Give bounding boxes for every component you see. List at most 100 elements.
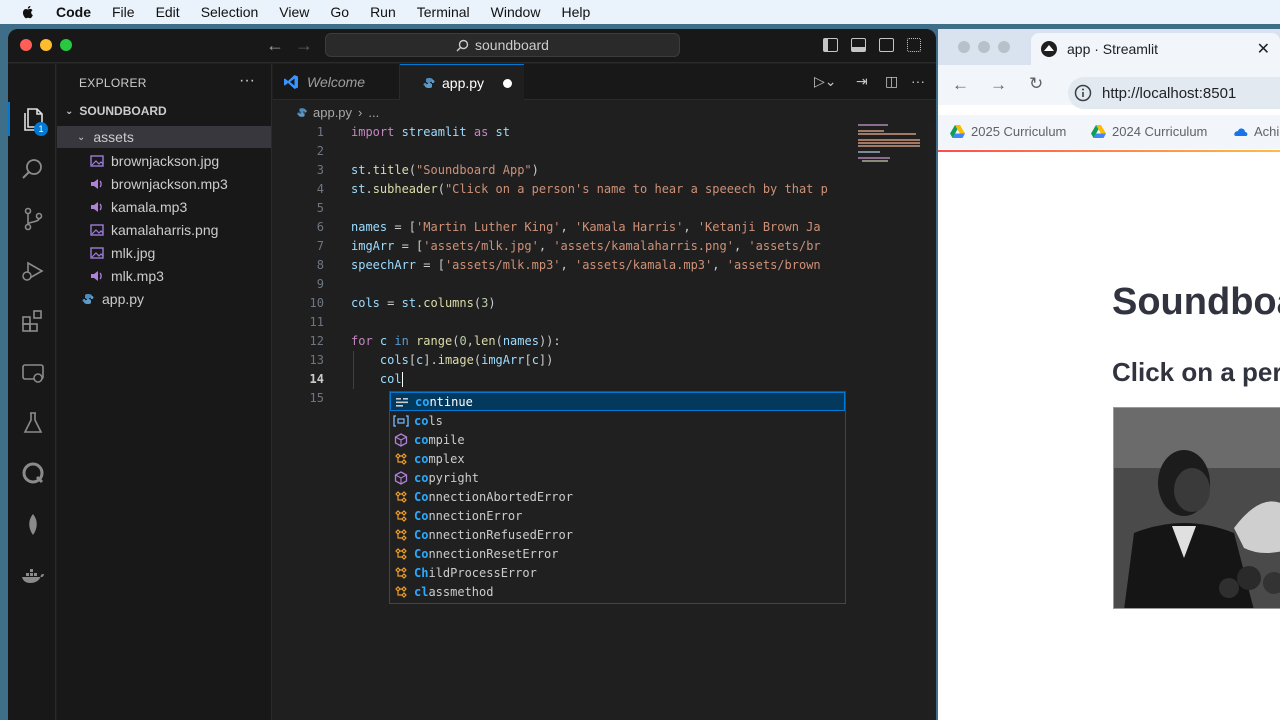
code-line: speechArr = ['assets/mlk.mp3', 'assets/k… — [351, 258, 821, 272]
suggestion-item[interactable]: ConnectionAbortedError — [390, 487, 845, 506]
menu-file[interactable]: File — [112, 4, 135, 20]
code-line: for c in range(0,len(names)): — [351, 334, 561, 348]
suggestion-item[interactable]: ConnectionRefusedError — [390, 525, 845, 544]
address-bar[interactable]: http://localhost:8501 — [1068, 77, 1280, 109]
customize-layout-icon[interactable] — [907, 38, 921, 52]
run-python-icon[interactable]: ▷⌄ — [814, 73, 837, 90]
menu-code[interactable]: Code — [56, 4, 91, 20]
run-debug-icon[interactable] — [20, 258, 46, 284]
browser-window: app · Streamlit ✕ ← → ↻ http://localhost… — [938, 29, 1280, 720]
breadcrumb-file[interactable]: app.py — [313, 105, 352, 120]
bookmark-achi[interactable]: Achi — [1232, 124, 1279, 139]
suggestion-item[interactable]: cols — [390, 411, 845, 430]
more-actions-icon[interactable]: ··· — [239, 72, 255, 90]
open-changes-icon[interactable]: ⇥ — [856, 73, 868, 90]
source-control-icon[interactable] — [20, 206, 46, 232]
command-center-search[interactable]: soundboard — [325, 33, 680, 57]
menu-go[interactable]: Go — [330, 4, 349, 20]
minimize-window-button[interactable] — [40, 39, 52, 51]
unsaved-dot-icon[interactable] — [503, 79, 512, 88]
suggestion-item[interactable]: classmethod — [390, 582, 845, 601]
toggle-panel-icon[interactable] — [851, 38, 866, 52]
toggle-sidebar-icon[interactable] — [823, 38, 838, 52]
testing-icon[interactable] — [20, 410, 46, 436]
project-folder-header[interactable]: ⌄ SOUNDBOARD — [65, 104, 167, 118]
forward-arrow-icon[interactable]: → — [990, 75, 1007, 95]
line-number: 9 — [316, 277, 324, 291]
search-icon[interactable] — [20, 156, 46, 182]
back-arrow-icon[interactable]: ← — [266, 35, 284, 56]
site-info-icon[interactable] — [1074, 84, 1092, 102]
browser-tab-title: app · Streamlit — [1067, 41, 1159, 57]
extensions-icon[interactable] — [20, 308, 46, 334]
suggestion-item[interactable]: ConnectionError — [390, 506, 845, 525]
forward-arrow-icon[interactable]: → — [295, 35, 313, 56]
menu-selection[interactable]: Selection — [201, 4, 259, 20]
suggestion-label: cols — [414, 413, 443, 428]
suggestion-label: classmethod — [414, 584, 494, 599]
browser-tab[interactable]: app · Streamlit ✕ — [1031, 33, 1280, 65]
docker-icon[interactable] — [20, 564, 46, 590]
class-icon — [393, 547, 409, 561]
explorer-sidebar: EXPLORER ··· ⌄ SOUNDBOARD ⌄ assets brown… — [57, 64, 272, 720]
github-copilot-icon[interactable] — [20, 460, 46, 486]
close-window-button[interactable] — [958, 41, 970, 53]
mongodb-leaf-icon[interactable] — [20, 512, 46, 538]
remote-explorer-icon[interactable] — [20, 360, 46, 386]
suggestion-item[interactable]: ChildProcessError — [390, 563, 845, 582]
menu-window[interactable]: Window — [491, 4, 541, 20]
file-kamala-mp3[interactable]: kamala.mp3 — [57, 196, 271, 218]
bookmark-2024-curriculum[interactable]: 2024 Curriculum — [1091, 124, 1207, 139]
close-tab-icon[interactable]: ✕ — [1257, 39, 1270, 59]
explorer-title: EXPLORER — [79, 76, 147, 90]
close-window-button[interactable] — [20, 39, 32, 51]
file-brownjackson-jpg[interactable]: brownjackson.jpg — [57, 150, 271, 172]
activity-bar: 1 — [8, 64, 56, 720]
file-app-py[interactable]: app.py — [57, 288, 271, 310]
suggestion-item[interactable]: compile — [390, 430, 845, 449]
suggestion-item[interactable]: continue — [390, 392, 845, 411]
code-line: cols[c].image(imgArr[c]) — [379, 353, 554, 367]
minimap[interactable] — [858, 123, 928, 163]
suggestion-item[interactable]: copyright — [390, 468, 845, 487]
line-number: 12 — [309, 334, 324, 348]
zoom-window-button[interactable] — [60, 39, 72, 51]
bookmark-label: 2025 Curriculum — [971, 124, 1067, 139]
reload-icon[interactable]: ↻ — [1029, 74, 1043, 94]
file-kamalaharris-png[interactable]: kamalaharris.png — [57, 219, 271, 241]
line-number: 10 — [309, 296, 324, 310]
google-drive-icon — [950, 125, 965, 138]
tab-app-py[interactable]: app.py — [400, 64, 524, 100]
code-line: import streamlit as st — [351, 125, 510, 139]
code-line-current: col — [379, 372, 403, 387]
zoom-window-button[interactable] — [998, 41, 1010, 53]
back-arrow-icon[interactable]: ← — [952, 75, 969, 95]
code-line: imgArr = ['assets/mlk.jpg', 'assets/kama… — [351, 239, 821, 253]
menu-edit[interactable]: Edit — [156, 4, 180, 20]
folder-assets[interactable]: ⌄ assets — [57, 126, 271, 148]
onedrive-cloud-icon — [1234, 128, 1248, 136]
suggestion-label: ChildProcessError — [414, 565, 537, 580]
split-editor-icon[interactable]: ◫ — [885, 73, 898, 90]
breadcrumb-more[interactable]: ... — [368, 105, 379, 120]
menu-terminal[interactable]: Terminal — [417, 4, 470, 20]
file-brownjackson-mp3[interactable]: brownjackson.mp3 — [57, 173, 271, 195]
bookmark-2025-curriculum[interactable]: 2025 Curriculum — [950, 124, 1066, 139]
minimize-window-button[interactable] — [978, 41, 990, 53]
autocomplete-suggestions: continue cols compile complex copyright Conne… — [389, 391, 846, 604]
editor-scrollbar[interactable] — [928, 123, 936, 720]
chevron-down-icon: ⌄ — [65, 105, 74, 117]
menu-run[interactable]: Run — [370, 4, 396, 20]
menu-view[interactable]: View — [279, 4, 309, 20]
menu-help[interactable]: Help — [561, 4, 590, 20]
file-mlk-jpg[interactable]: mlk.jpg — [57, 242, 271, 264]
more-actions-icon[interactable]: ··· — [911, 73, 925, 89]
page-title: Soundboard App — [1112, 281, 1280, 323]
apple-icon[interactable] — [20, 4, 36, 20]
toggle-secondary-sidebar-icon[interactable] — [879, 38, 894, 52]
file-mlk-mp3[interactable]: mlk.mp3 — [57, 265, 271, 287]
suggestion-item[interactable]: complex — [390, 449, 845, 468]
tab-welcome[interactable]: Welcome — [273, 64, 400, 100]
suggestion-item[interactable]: ConnectionResetError — [390, 544, 845, 563]
